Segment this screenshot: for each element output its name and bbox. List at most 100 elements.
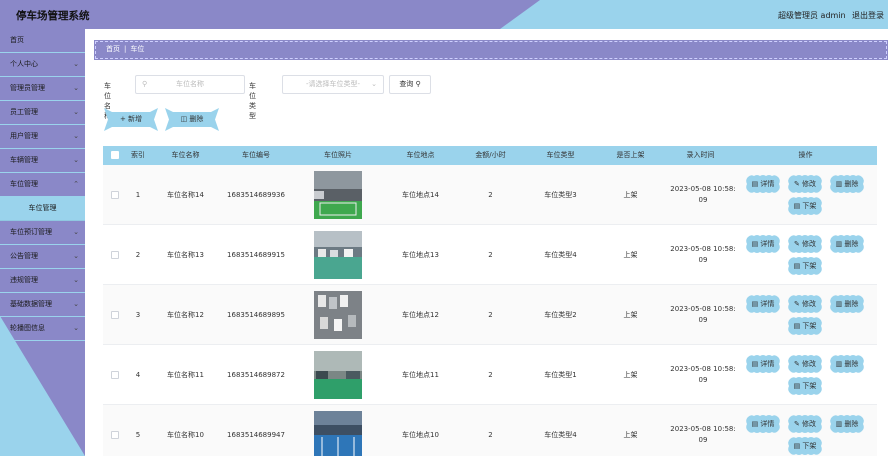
cell-code: 1683514689947 [227, 431, 285, 439]
detail-button-label: 详情 [760, 420, 775, 428]
table-row: 4 车位名称11 1683514689872 车位地点11 2 车位类型1 上架 2023-0… [103, 345, 877, 405]
document-icon: ▤ [793, 442, 801, 450]
sidebar-item-label: 车位预订管理 [10, 228, 52, 236]
parking-photo [314, 351, 362, 399]
header-band [0, 0, 540, 29]
off-shelf-button[interactable]: ▤ 下架 [787, 316, 823, 336]
row-checkbox[interactable] [111, 371, 119, 379]
cell-place: 车位地点14 [402, 191, 439, 199]
edit-button[interactable]: ✎ 修改 [787, 414, 823, 434]
detail-button-label: 详情 [760, 300, 775, 308]
sidebar-item-5[interactable]: 车辆管理 ⌄ [0, 149, 85, 173]
column-header: 操作 [798, 151, 813, 159]
detail-button[interactable]: ▤ 详情 [745, 414, 781, 434]
chevron-down-icon: ⌄ [371, 80, 377, 88]
trash-icon: ▥ [835, 420, 843, 428]
query-button[interactable]: 查询 ⚲ [389, 75, 431, 94]
cell-code: 1683514689936 [227, 191, 285, 199]
row-checkbox[interactable] [111, 251, 119, 259]
cell-price: 2 [488, 191, 493, 199]
edit-button[interactable]: ✎ 修改 [787, 354, 823, 374]
logout-link[interactable]: 退出登录 [852, 10, 884, 21]
cell-price: 2 [488, 311, 493, 319]
cell-price: 2 [488, 431, 493, 439]
cell-index: 3 [135, 311, 141, 319]
sidebar-item-9[interactable]: 公告管理 ⌄ [0, 245, 85, 269]
delete-button[interactable]: ▥ 删除 [829, 414, 865, 434]
edit-button[interactable]: ✎ 修改 [787, 174, 823, 194]
delete-button[interactable]: ▥ 删除 [829, 354, 865, 374]
delete-button-label: 删除 [844, 180, 859, 188]
cell-name: 车位名称11 [167, 371, 204, 379]
sidebar-item-10[interactable]: 违规管理 ⌄ [0, 269, 85, 293]
row-checkbox[interactable] [111, 311, 119, 319]
document-icon: ▤ [793, 382, 801, 390]
detail-button[interactable]: ▤ 详情 [745, 294, 781, 314]
off-shelf-button[interactable]: ▤ 下架 [787, 376, 823, 396]
detail-button[interactable]: ▤ 详情 [745, 234, 781, 254]
delete-button-label: 删除 [844, 420, 859, 428]
table-body: 1 车位名称14 1683514689936 车位地点14 2 车位类型3 上架 2023-0… [103, 165, 877, 456]
row-checkbox[interactable] [111, 191, 119, 199]
document-icon: ▤ [751, 300, 759, 308]
chevron-down-icon: ⌄ [73, 108, 79, 116]
chevron-down-icon: ⌄ [73, 84, 79, 92]
trash-icon: ▥ [835, 180, 843, 188]
sidebar-item-11[interactable]: 基础数据管理 ⌄ [0, 293, 85, 317]
table-row: 1 车位名称14 1683514689936 车位地点14 2 车位类型3 上架 2023-0… [103, 165, 877, 225]
off-shelf-button-label: 下架 [802, 382, 817, 390]
batch-delete-button[interactable]: ◫ 删除 [165, 108, 219, 131]
sidebar-item-0[interactable]: 首页 [0, 29, 85, 53]
delete-button[interactable]: ▥ 删除 [829, 174, 865, 194]
parking-table: 索引 车位名称 车位编号 车位照片 车位地点 金额/小时 车位类型 是否上架 录入时间 操作 1 车… [103, 146, 877, 456]
breadcrumb-separator: | [124, 45, 127, 53]
sidebar-item-3[interactable]: 员工管理 ⌄ [0, 101, 85, 125]
cell-time-line1: 2023-05-08 10:58: [670, 305, 736, 313]
breadcrumb-home[interactable]: 首页 [106, 45, 120, 53]
edit-icon: ✎ [793, 360, 800, 368]
chevron-down-icon: ⌄ [73, 132, 79, 140]
sidebar-item-1[interactable]: 个人中心 ⌄ [0, 53, 85, 77]
detail-button[interactable]: ▤ 详情 [745, 174, 781, 194]
delete-button[interactable]: ▥ 删除 [829, 234, 865, 254]
cell-place: 车位地点12 [402, 311, 439, 319]
name-search-input[interactable]: ⚲ 车位名称 [135, 75, 245, 94]
row-checkbox[interactable] [111, 431, 119, 439]
parking-photo [314, 171, 362, 219]
column-header: 录入时间 [686, 151, 715, 159]
document-icon: ▤ [793, 262, 801, 270]
sidebar-subitem-parking[interactable]: 车位管理 [0, 197, 85, 221]
trash-icon: ▥ [835, 360, 843, 368]
edit-icon: ✎ [793, 180, 800, 188]
select-all-checkbox[interactable] [111, 151, 119, 159]
add-button[interactable]: + 新增 [104, 108, 158, 131]
sidebar-item-label: 员工管理 [10, 108, 38, 116]
cell-price: 2 [488, 251, 493, 259]
off-shelf-button[interactable]: ▤ 下架 [787, 436, 823, 456]
type-select[interactable]: -请选择车位类型- ⌄ [282, 75, 384, 94]
cell-type: 车位类型3 [544, 191, 577, 199]
column-header: 索引 [131, 151, 145, 159]
chevron-up-icon: ⌃ [73, 180, 79, 188]
sidebar-item-2[interactable]: 管理员管理 ⌄ [0, 77, 85, 101]
edit-button[interactable]: ✎ 修改 [787, 294, 823, 314]
cell-time-line1: 2023-05-08 10:58: [670, 425, 736, 433]
off-shelf-button-label: 下架 [802, 202, 817, 210]
sidebar-item-8[interactable]: 车位预订管理 ⌄ [0, 221, 85, 245]
off-shelf-button[interactable]: ▤ 下架 [787, 256, 823, 276]
document-icon: ▤ [793, 202, 801, 210]
sidebar-item-6[interactable]: 车位管理 ⌃ [0, 173, 85, 197]
chevron-down-icon: ⌄ [73, 252, 79, 260]
table-header: 索引 车位名称 车位编号 车位照片 车位地点 金额/小时 车位类型 是否上架 录入时间 操作 [103, 146, 877, 165]
edit-button[interactable]: ✎ 修改 [787, 234, 823, 254]
edit-icon: ✎ [793, 240, 800, 248]
cell-time-line2: 09 [698, 436, 708, 444]
sidebar-item-label: 轮播图信息 [10, 324, 45, 332]
detail-button[interactable]: ▤ 详情 [745, 354, 781, 374]
cell-status: 上架 [623, 311, 638, 319]
off-shelf-button[interactable]: ▤ 下架 [787, 196, 823, 216]
chevron-down-icon: ⌄ [73, 300, 79, 308]
delete-button[interactable]: ▥ 删除 [829, 294, 865, 314]
sidebar-item-12[interactable]: 轮播图信息 ⌄ [0, 317, 85, 341]
sidebar-item-4[interactable]: 用户管理 ⌄ [0, 125, 85, 149]
